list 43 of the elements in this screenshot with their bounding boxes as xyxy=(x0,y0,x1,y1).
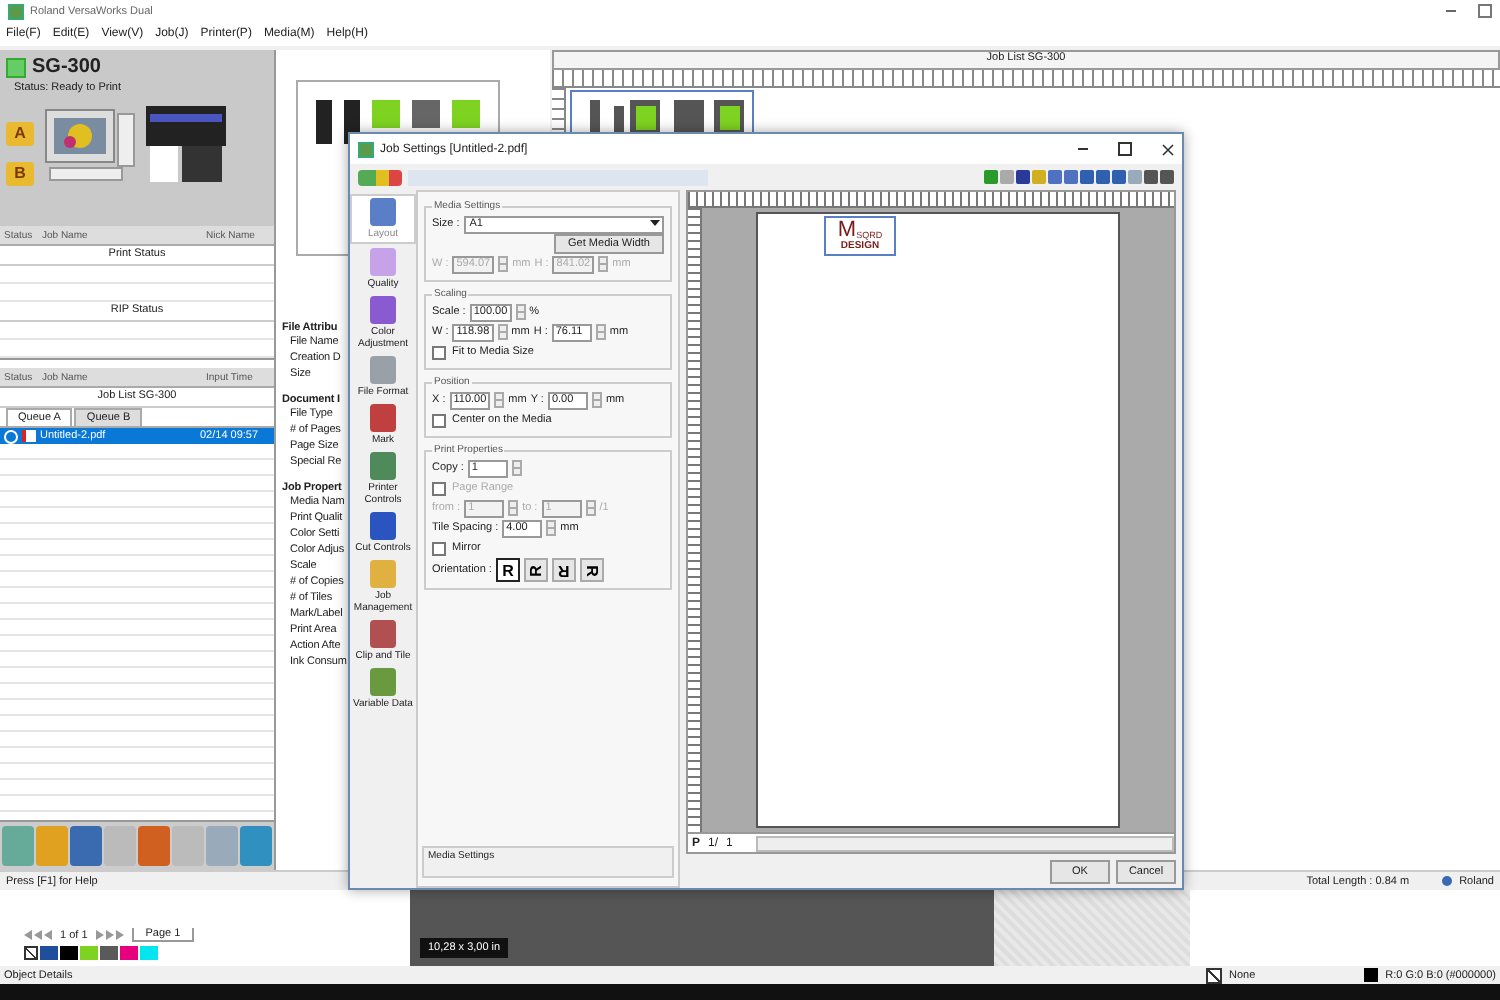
pdf-icon xyxy=(22,430,36,442)
orientation-button[interactable]: R xyxy=(579,558,604,582)
fill-color-icon xyxy=(1363,968,1378,982)
spin-button[interactable] xyxy=(511,460,522,476)
orientation-button[interactable]: R xyxy=(495,558,520,582)
spin-button[interactable] xyxy=(546,520,557,536)
toolbar-icon[interactable] xyxy=(206,826,238,866)
toolbar-icon[interactable] xyxy=(138,826,170,866)
maximize-icon[interactable] xyxy=(1118,142,1132,156)
queue-folder[interactable]: B xyxy=(6,162,34,186)
spin-button[interactable] xyxy=(591,392,602,408)
color-swatch[interactable] xyxy=(120,946,138,960)
toolbar-icon[interactable] xyxy=(172,826,204,866)
horizontal-scrollbar[interactable] xyxy=(756,835,1174,851)
no-stroke-icon xyxy=(1205,967,1221,983)
minimize-icon[interactable] xyxy=(1078,148,1088,150)
color-swatch[interactable] xyxy=(100,946,118,960)
app-icon xyxy=(8,3,24,19)
color-swatch[interactable] xyxy=(80,946,98,960)
no-color-swatch[interactable] xyxy=(24,946,38,960)
color-swatch[interactable] xyxy=(60,946,78,960)
printer-name: SG-300 xyxy=(32,56,101,78)
color-swatch[interactable] xyxy=(40,946,58,960)
page-forward-icon[interactable] xyxy=(95,930,124,940)
toolbar-icon[interactable] xyxy=(104,826,136,866)
toolbar-icon[interactable] xyxy=(240,826,272,866)
spin-button[interactable] xyxy=(595,324,606,340)
toolbar-icon[interactable] xyxy=(2,826,34,866)
close-icon[interactable] xyxy=(1162,143,1174,155)
computer-icon xyxy=(42,106,138,186)
orientation-button[interactable]: R xyxy=(551,558,576,582)
toolbar-icon[interactable] xyxy=(70,826,102,866)
toolbar-icon[interactable] xyxy=(36,826,68,866)
minimize-icon[interactable] xyxy=(1446,10,1456,12)
globe-icon xyxy=(1441,876,1452,886)
spin-button[interactable] xyxy=(494,392,505,408)
color-swatch[interactable] xyxy=(140,946,158,960)
printer-status-icon xyxy=(6,57,26,77)
orientation-button[interactable]: R xyxy=(523,558,548,582)
settings-logo-icon xyxy=(358,169,402,185)
caret-icon xyxy=(650,220,660,228)
queue-folder[interactable]: A xyxy=(6,122,34,146)
dialog-icon xyxy=(358,141,374,157)
